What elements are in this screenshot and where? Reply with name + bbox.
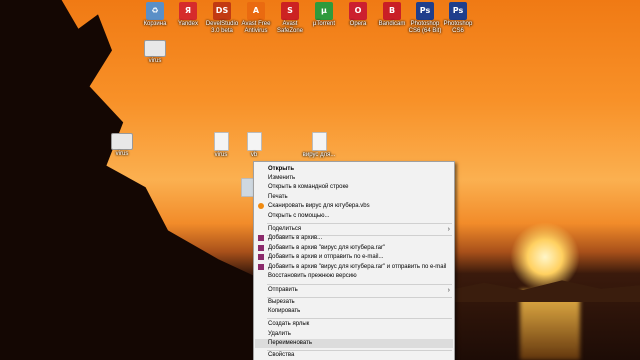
menu-print[interactable]: Печать [255, 193, 453, 202]
recycle-bin-icon: ♻ [146, 2, 164, 20]
photoshop-icon: Ps [449, 2, 467, 20]
sun [510, 222, 580, 292]
menu-copy[interactable]: Копировать [255, 307, 453, 316]
chevron-right-icon: › [447, 287, 450, 294]
devel-studio-icon: DS [213, 2, 231, 20]
photoshop-x64-icon: Ps [416, 2, 434, 20]
opera-icon: O [349, 2, 367, 20]
menu-open[interactable]: Открыть [255, 165, 453, 174]
menu-add-archive[interactable]: Добавить в архив... [255, 234, 453, 243]
folder-icon [111, 133, 133, 150]
menu-add-rar-label: Добавить в архив "вирус для ютубера.rar" [268, 245, 386, 251]
folder-label: virus [148, 58, 162, 64]
menu-open-cmd[interactable]: Открыть в командной строке [255, 183, 453, 192]
folder-label: virus [115, 151, 129, 157]
menu-separator [267, 284, 452, 285]
menu-create-shortcut[interactable]: Создать ярлык [255, 320, 453, 329]
folder-icon [144, 40, 166, 57]
bandicam-icon: B [383, 2, 401, 20]
menu-delete[interactable]: Удалить [255, 330, 453, 339]
menu-send-to-label: Отправить [268, 287, 298, 293]
file-label: вирус для... [302, 152, 336, 158]
avast-icon [258, 203, 264, 209]
avast-safezone-icon: S [281, 2, 299, 20]
menu-cut[interactable]: Вырезать [255, 298, 453, 307]
file-icon [246, 132, 262, 151]
winrar-icon [258, 264, 264, 270]
winrar-icon [258, 235, 264, 241]
context-menu[interactable]: Открыть Изменить Открыть в командной стр… [253, 161, 455, 360]
desktop-file-3[interactable]: вирус для... [299, 132, 339, 159]
menu-scan[interactable]: Сканировать вирус для ютубера.vbs [255, 202, 453, 211]
menu-share[interactable]: Поделиться › [255, 225, 453, 234]
desktop[interactable]: ♻ Корзина Я Yandex DS DevelStudio 3.0 beta A Av… [0, 0, 640, 360]
menu-edit[interactable]: Изменить [255, 174, 453, 183]
menu-open-with[interactable]: Открыть с помощью... [255, 212, 453, 221]
menu-add-archive-label: Добавить в архив... [268, 235, 323, 241]
winrar-icon [258, 245, 264, 251]
menu-send-to[interactable]: Отправить › [255, 286, 453, 295]
desktop-folder-2[interactable]: virus [102, 133, 142, 158]
chevron-right-icon: › [447, 226, 450, 233]
file-label: vb [250, 152, 258, 158]
utorrent-icon: µ [315, 2, 333, 20]
desktop-shortcut-label: Photoshop CS6 [443, 21, 473, 34]
menu-share-label: Поделиться [268, 226, 302, 232]
menu-restore[interactable]: Восстановить прежнюю версию [255, 272, 453, 281]
menu-add-rar-email-label: Добавить в архив "вирус для ютубера.rar"… [268, 264, 447, 270]
menu-rename[interactable]: Переименовать [255, 339, 453, 348]
menu-add-email[interactable]: Добавить в архив и отправить по e-mail..… [255, 253, 453, 262]
avast-icon: A [247, 2, 265, 20]
file-icon [311, 132, 327, 151]
winrar-icon [258, 254, 264, 260]
menu-add-rar-email[interactable]: Добавить в архив "вирус для ютубера.rar"… [255, 263, 453, 272]
file-icon [213, 132, 229, 151]
desktop-folder-virus[interactable]: virus [135, 40, 175, 65]
yandex-icon: Я [179, 2, 197, 20]
menu-separator [267, 318, 452, 319]
menu-properties[interactable]: Свойства [255, 351, 453, 360]
desktop-shortcut-9[interactable]: Ps Photoshop CS6 [438, 2, 478, 35]
menu-separator [267, 223, 452, 224]
menu-add-email-label: Добавить в архив и отправить по e-mail..… [268, 254, 384, 260]
menu-add-rar[interactable]: Добавить в архив "вирус для ютубера.rar" [255, 244, 453, 253]
desktop-file-2[interactable]: vb [234, 132, 274, 159]
menu-scan-label: Сканировать вирус для ютубера.vbs [268, 203, 370, 209]
